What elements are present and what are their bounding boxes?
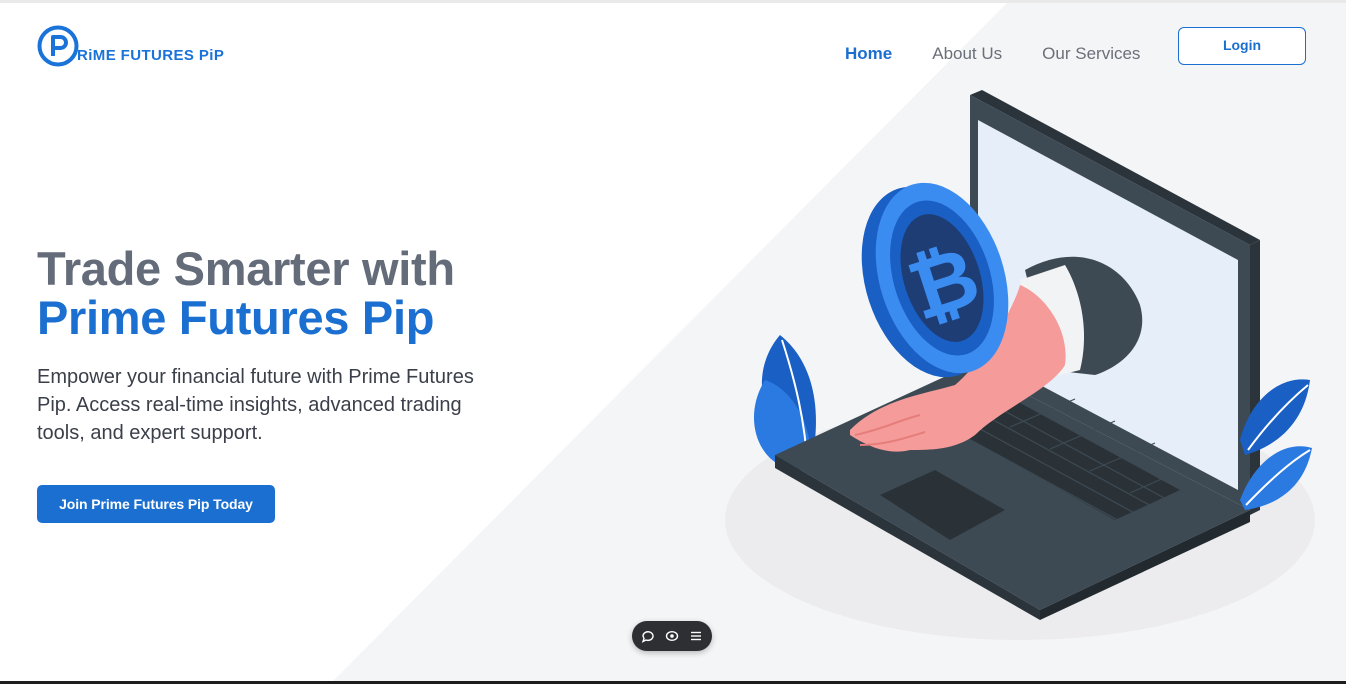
main-nav: Home About Us Our Services	[845, 44, 1140, 64]
chat-bubble-icon[interactable]	[641, 629, 655, 643]
brand-logo[interactable]: RiME FUTURES PiP	[37, 23, 224, 67]
hero-title-line2: Prime Futures Pip	[37, 291, 435, 344]
logo-p-icon	[37, 25, 79, 67]
floating-toolbar	[632, 621, 712, 651]
laptop-hand-coin-illustration: ₿	[725, 90, 1315, 640]
top-border	[0, 0, 1346, 3]
login-button[interactable]: Login	[1178, 27, 1306, 65]
nav-home-link[interactable]: Home	[845, 44, 892, 64]
landing-page: RiME FUTURES PiP Home About Us Our Servi…	[0, 0, 1346, 684]
join-cta-button[interactable]: Join Prime Futures Pip Today	[37, 485, 275, 523]
eye-icon[interactable]	[665, 629, 679, 643]
logo-text: RiME FUTURES PiP	[77, 47, 225, 64]
hero-subtitle: Empower your financial future with Prime…	[37, 366, 474, 444]
hero-title: Trade Smarter with Prime Futures Pip	[37, 244, 455, 342]
menu-icon[interactable]	[689, 629, 703, 643]
nav-our-services-link[interactable]: Our Services	[1042, 44, 1140, 64]
nav-about-us-link[interactable]: About Us	[932, 44, 1002, 64]
hero-title-line1: Trade Smarter with	[37, 242, 455, 295]
